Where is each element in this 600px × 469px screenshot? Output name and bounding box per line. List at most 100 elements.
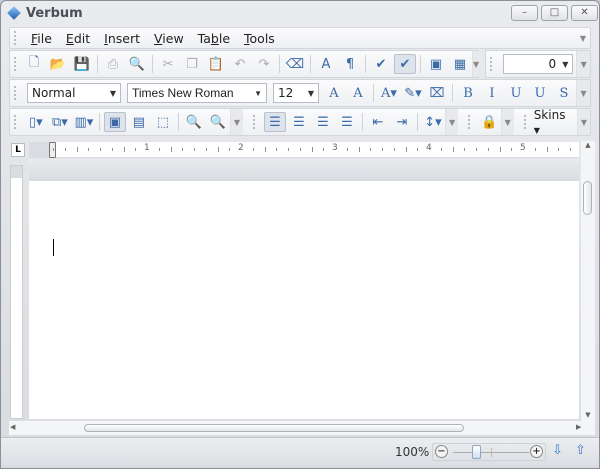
horizontal-scrollbar[interactable]: ◀ ▶ — [9, 421, 595, 435]
page-setup-icon[interactable]: ▯▾ — [25, 112, 47, 132]
menu-item[interactable]: View — [154, 31, 184, 46]
grip-handle[interactable] — [14, 115, 18, 129]
menu-item[interactable]: Tools — [244, 31, 275, 46]
menu-overflow-icon[interactable]: ▼ — [580, 34, 586, 43]
toolbar-overflow-button[interactable]: ▼ — [576, 80, 590, 106]
grip-handle[interactable] — [253, 115, 257, 129]
paragraph-icon[interactable]: ¶ — [339, 54, 361, 74]
ruler-tick — [452, 147, 454, 152]
menu-item[interactable]: Table — [198, 31, 230, 46]
print-layout-icon[interactable]: ▣ — [103, 112, 126, 132]
close-button[interactable]: ✕ — [571, 5, 598, 21]
eraser-icon[interactable]: ⌫ — [284, 54, 306, 74]
align-left-icon[interactable]: ☰ — [263, 112, 286, 132]
undo-icon[interactable]: ↶ — [229, 54, 251, 74]
clear-format-icon[interactable]: ⌧ — [426, 83, 448, 103]
insert-image-icon[interactable]: ▣ — [425, 54, 447, 74]
double-underline-icon[interactable]: U — [529, 83, 551, 103]
scroll-down-icon[interactable]: ▼ — [581, 411, 595, 419]
underline-icon[interactable]: U — [505, 83, 527, 103]
scroll-right-icon[interactable]: ▶ — [576, 423, 581, 431]
menu-item[interactable]: Edit — [66, 31, 90, 46]
ruler-number: 1 — [144, 143, 150, 153]
grip-handle[interactable] — [490, 57, 494, 71]
zoom-out-button[interactable]: − — [435, 445, 448, 458]
auto-spellcheck-icon[interactable]: ✔ — [394, 54, 416, 74]
justify-icon[interactable]: ☰ — [336, 112, 358, 132]
increase-indent-icon[interactable]: ⇥ — [391, 112, 413, 132]
toolbar-overflow-button[interactable]: ▼ — [576, 109, 591, 135]
grip-handle[interactable] — [14, 57, 16, 71]
draft-layout-icon[interactable]: ⬚ — [152, 112, 174, 132]
bold-icon[interactable]: B — [457, 83, 479, 103]
print-preview-icon[interactable]: 🔍 — [126, 54, 148, 74]
skins-menu-button[interactable]: Skins ▼ — [534, 108, 573, 136]
spellcheck-icon[interactable]: ✔ — [370, 54, 392, 74]
print-icon[interactable]: ⎙ — [102, 54, 124, 74]
menu-item[interactable]: File — [31, 31, 52, 46]
scroll-up-icon[interactable]: ▲ — [581, 141, 595, 149]
open-folder-icon[interactable]: 📂 — [47, 54, 69, 74]
page-orientation-icon[interactable]: ⧉▾ — [49, 112, 71, 132]
save-icon[interactable]: 💾 — [71, 54, 93, 74]
vertical-scrollbar[interactable]: ▲ ▼ — [581, 141, 595, 421]
ruler-tick — [276, 148, 278, 151]
grip-handle[interactable] — [523, 115, 528, 129]
line-spacing-icon[interactable]: ↕▾ — [422, 112, 444, 132]
ruler-tick — [393, 148, 395, 151]
paste-icon[interactable]: 📋 — [205, 54, 227, 74]
align-center-icon[interactable]: ☰ — [288, 112, 310, 132]
vertical-ruler[interactable] — [10, 165, 23, 419]
web-layout-icon[interactable]: ▤ — [128, 112, 150, 132]
insert-table-icon[interactable]: ▦ — [449, 54, 471, 74]
grip-handle[interactable] — [14, 31, 18, 45]
toolbar-overflow-button[interactable]: ▼ — [444, 109, 459, 135]
previous-page-icon[interactable]: ⇧ — [575, 443, 586, 458]
lock-document-icon[interactable]: 🔒 — [479, 112, 500, 132]
copy-icon[interactable]: ❐ — [181, 54, 203, 74]
italic-icon[interactable]: I — [481, 83, 503, 103]
style-select[interactable]: Normal ▼ — [27, 83, 121, 103]
ruler-tick — [487, 148, 489, 151]
grip-handle[interactable] — [14, 86, 18, 100]
ruler-tick — [88, 148, 90, 151]
horizontal-ruler[interactable]: 1 2 3 4 5 — [29, 142, 579, 158]
zoom-out-icon[interactable]: 🔍 — [183, 112, 205, 132]
decrease-indent-icon[interactable]: ⇤ — [367, 112, 389, 132]
strikethrough-icon[interactable]: S — [553, 83, 575, 103]
vertical-scroll-thumb[interactable] — [583, 181, 592, 215]
font-size-select[interactable]: 12 ▼ — [273, 83, 319, 103]
zoom-slider-thumb[interactable] — [472, 445, 481, 459]
skins-label: Skins — [533, 108, 566, 122]
cut-icon[interactable]: ✂ — [157, 54, 179, 74]
columns-icon[interactable]: ▥▾ — [73, 112, 95, 132]
document-page[interactable] — [29, 181, 579, 419]
maximize-button[interactable]: □ — [541, 5, 568, 21]
tab-stop-selector[interactable]: L — [11, 143, 25, 157]
font-color-icon[interactable]: A▾ — [378, 83, 400, 103]
highlight-icon[interactable]: ✎▾ — [402, 83, 424, 103]
scroll-left-icon[interactable]: ◀ — [10, 423, 15, 431]
redo-icon[interactable]: ↷ — [253, 54, 275, 74]
shrink-font-icon[interactable]: A — [347, 83, 369, 103]
toolbar-overflow-button[interactable]: ▼ — [576, 51, 590, 77]
grow-font-icon[interactable]: A — [323, 83, 345, 103]
menu-item[interactable]: Insert — [104, 31, 140, 46]
number-combo[interactable]: 0 ▼ — [502, 54, 574, 74]
horizontal-scroll-thumb[interactable] — [84, 424, 464, 432]
zoom-in-button[interactable]: + — [530, 445, 543, 458]
toolbar-overflow-button[interactable]: ▼ — [500, 109, 514, 135]
zoom-in-icon[interactable]: 🔍 — [207, 112, 229, 132]
ruler-number: 5 — [520, 143, 526, 153]
grip-handle[interactable] — [468, 115, 472, 129]
font-select[interactable]: Times New Roman ▼ — [127, 83, 267, 103]
new-document-icon[interactable]: 🗋 — [23, 54, 45, 74]
next-page-icon[interactable]: ⇩ — [552, 443, 563, 458]
font-icon[interactable]: A — [315, 54, 337, 74]
toolbar-overflow-button[interactable]: ▼ — [472, 51, 480, 77]
toolbar-overflow-button[interactable]: ▼ — [229, 109, 244, 135]
ruler-tick — [417, 148, 419, 151]
ruler-tick — [158, 148, 160, 151]
align-right-icon[interactable]: ☰ — [312, 112, 334, 132]
minimize-button[interactable]: – — [511, 5, 538, 21]
